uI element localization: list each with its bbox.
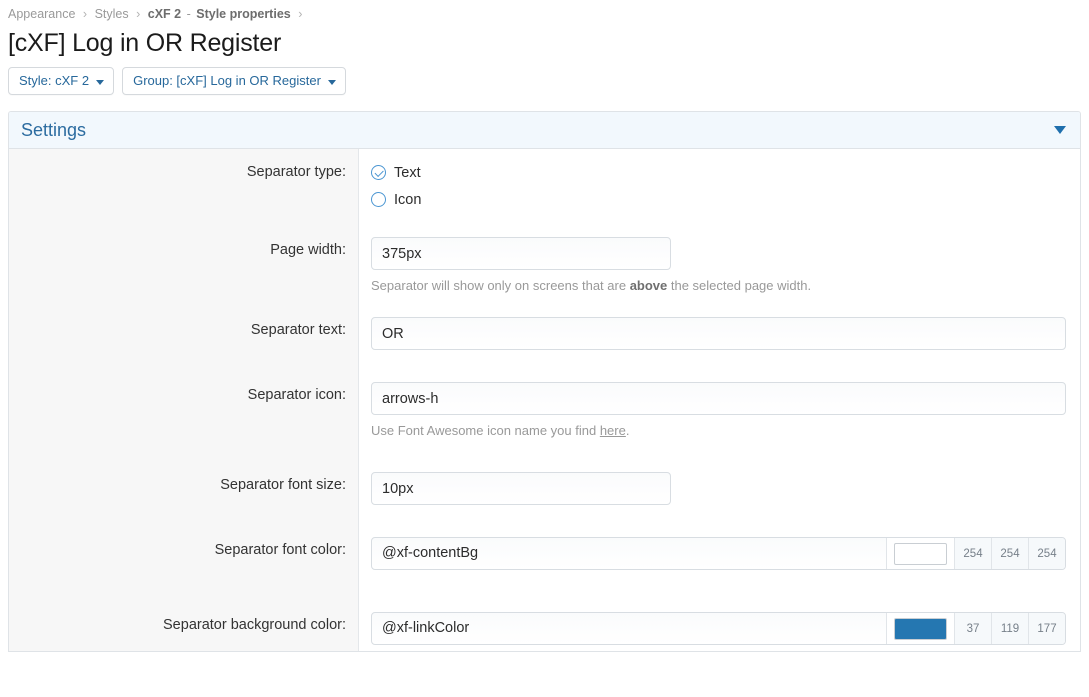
form-row-separator-background-color: Separator background color: 37 119 177 <box>9 602 1080 645</box>
separator-type-label: Separator type: <box>246 164 346 180</box>
page-width-hint-emphasis: above <box>629 278 668 293</box>
separator-font-size-field <box>359 462 1080 505</box>
separator-font-size-label: Separator font size: <box>220 477 346 493</box>
radio-option-text[interactable]: Text <box>371 159 1066 186</box>
separator-font-color-r[interactable]: 254 <box>954 538 991 569</box>
settings-panel-header[interactable]: Settings <box>9 112 1080 149</box>
separator-icon-hint-before: Use Font Awesome icon name you find <box>371 423 600 438</box>
chevron-down-icon <box>96 79 105 85</box>
breadcrumb-separator-icon: › <box>298 7 303 21</box>
separator-background-color-g[interactable]: 119 <box>991 613 1028 644</box>
color-picker-font: 254 254 254 <box>371 537 1066 570</box>
separator-font-color-label: Separator font color: <box>214 542 346 558</box>
style-selector-button[interactable]: Style: cXF 2 <box>8 67 115 95</box>
separator-font-color-swatch-cell[interactable] <box>886 538 954 569</box>
separator-font-color-input[interactable] <box>372 538 886 569</box>
breadcrumb-dash: - <box>186 7 191 21</box>
radio-unselected-icon[interactable] <box>371 192 386 207</box>
color-picker-background: 37 119 177 <box>371 612 1066 645</box>
separator-font-color-field: 254 254 254 <box>359 527 1080 570</box>
page-title: [cXF] Log in OR Register <box>8 29 282 57</box>
color-swatch-icon[interactable] <box>894 542 947 565</box>
separator-type-field: Text Icon <box>359 149 1080 213</box>
form-row-separator-font-color: Separator font color: 254 254 254 <box>9 527 1080 570</box>
page-width-hint-after: the selected page width. <box>667 278 812 293</box>
separator-icon-hint: Use Font Awesome icon name you find here… <box>371 415 1066 440</box>
form-row-separator-icon: Separator icon: Use Font Awesome icon na… <box>9 372 1080 440</box>
separator-background-color-swatch-cell[interactable] <box>886 613 954 644</box>
form-row-page-width: Page width: Separator will show only on … <box>9 227 1080 295</box>
group-selector-button[interactable]: Group: [cXF] Log in OR Register <box>122 67 346 95</box>
separator-icon-label: Separator icon: <box>247 387 346 403</box>
group-selector-label: Group: [cXF] Log in OR Register <box>133 73 321 88</box>
form-row-separator-font-size: Separator font size: <box>9 462 1080 505</box>
separator-background-color-input[interactable] <box>372 613 886 644</box>
page-width-hint: Separator will show only on screens that… <box>371 270 1066 295</box>
breadcrumb-item-style-properties[interactable]: Style properties <box>196 7 290 21</box>
breadcrumb-item-appearance[interactable]: Appearance <box>8 7 75 21</box>
separator-text-field <box>359 307 1080 350</box>
separator-icon-input[interactable] <box>371 382 1066 415</box>
settings-panel: Settings Separator type: Text Icon Page … <box>8 111 1081 652</box>
style-selector-label: Style: cXF 2 <box>19 73 90 88</box>
breadcrumb-item-cxf2[interactable]: cXF 2 <box>148 7 181 21</box>
separator-background-color-label: Separator background color: <box>163 617 346 633</box>
separator-background-color-r[interactable]: 37 <box>954 613 991 644</box>
page-width-input[interactable] <box>371 237 671 270</box>
breadcrumb-item-styles[interactable]: Styles <box>95 7 129 21</box>
settings-panel-body: Separator type: Text Icon Page width: Se… <box>9 149 1080 651</box>
separator-text-label: Separator text: <box>250 322 346 338</box>
separator-icon-field: Use Font Awesome icon name you find here… <box>359 372 1080 440</box>
breadcrumb-separator-icon: › <box>136 7 141 21</box>
color-swatch-icon[interactable] <box>894 617 947 640</box>
radio-option-icon[interactable]: Icon <box>371 186 1066 213</box>
separator-font-color-b[interactable]: 254 <box>1028 538 1065 569</box>
separator-background-color-field: 37 119 177 <box>359 602 1080 645</box>
separator-font-size-input[interactable] <box>371 472 671 505</box>
toolbar: Style: cXF 2 Group: [cXF] Log in OR Regi… <box>0 59 1089 101</box>
settings-panel-title: Settings <box>21 120 87 140</box>
separator-text-input[interactable] <box>371 317 1066 350</box>
page-width-hint-before: Separator will show only on screens that… <box>371 278 630 293</box>
breadcrumb: Appearance › Styles › cXF 2 - Style prop… <box>0 0 1089 23</box>
chevron-down-icon[interactable] <box>1054 126 1066 134</box>
radio-selected-icon[interactable] <box>371 165 386 180</box>
separator-font-color-g[interactable]: 254 <box>991 538 1028 569</box>
page-width-field: Separator will show only on screens that… <box>359 227 1080 295</box>
chevron-down-icon <box>327 79 336 85</box>
radio-option-icon-label: Icon <box>394 191 422 208</box>
page-width-label: Page width: <box>270 242 346 258</box>
form-row-separator-type: Separator type: Text Icon <box>9 149 1080 213</box>
breadcrumb-separator-icon: › <box>82 7 88 21</box>
separator-icon-hint-after: . <box>625 423 630 438</box>
form-row-separator-text: Separator text: <box>9 307 1080 350</box>
separator-background-color-b[interactable]: 177 <box>1028 613 1065 644</box>
font-awesome-here-link[interactable]: here <box>600 423 626 438</box>
radio-option-text-label: Text <box>394 164 421 181</box>
